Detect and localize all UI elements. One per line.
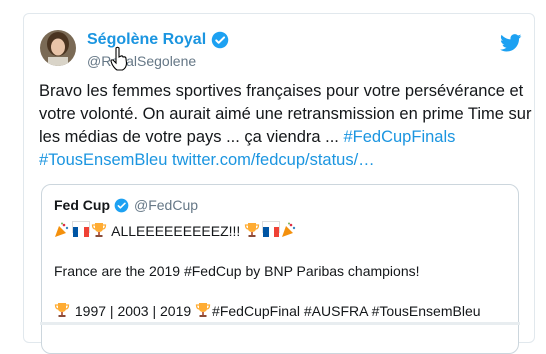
quoted-tweet[interactable]: Fed Cup @FedCup ALLEEEEEEEEEZ!!! France …	[41, 184, 519, 354]
quoted-line-3: 1997 | 2003 | 2019 #FedCupFinal #AUSFRA …	[54, 301, 510, 321]
trophy-icon	[91, 223, 107, 237]
trophy-icon	[195, 303, 211, 317]
quoted-line-3-text: 1997 | 2003 | 2019	[74, 303, 196, 319]
trophy-icon	[54, 303, 70, 317]
quoted-blank-line	[54, 241, 510, 261]
author-name-text[interactable]: Ségolène Royal	[87, 31, 206, 49]
french-flag-icon	[262, 221, 281, 237]
hashtag-fedcupfinals[interactable]: #FedCupFinals	[343, 128, 455, 146]
quoted-tweet-text: ALLEEEEEEEEEZ!!! France are the 2019 #Fe…	[54, 221, 510, 321]
tweet-text-line: Bravo les femmes sportives françaises po…	[39, 82, 524, 100]
tweet-card[interactable]: Ségolène Royal @RoyalSegolene Bravo les …	[23, 13, 535, 354]
tweet-text: Bravo les femmes sportives françaises po…	[39, 80, 532, 172]
quoted-author-name[interactable]: Fed Cup	[54, 197, 110, 213]
party-popper-icon	[282, 222, 296, 237]
author-name[interactable]: Ségolène Royal	[87, 31, 229, 49]
french-flag-icon	[72, 221, 90, 237]
quoted-blank-line	[54, 281, 510, 301]
hand-cursor-icon	[110, 46, 128, 71]
author-handle[interactable]: @RoyalSegolene	[87, 53, 196, 69]
quoted-line-2: France are the 2019 #FedCup by BNP Parib…	[54, 263, 420, 279]
tweet-text-line: les médias de votre pays ... ça viendra …	[39, 126, 525, 149]
quoted-line-1: ALLEEEEEEEEEZ!!!	[54, 221, 510, 241]
quoted-line-1-text: ALLEEEEEEEEEZ!!!	[111, 223, 241, 239]
trophy-icon	[245, 223, 260, 237]
tweet-link[interactable]: twitter.com/fedcup/status/…	[172, 151, 375, 169]
quoted-tweet-header: Fed Cup @FedCup	[54, 197, 198, 213]
tweet-text-fragment: les médias de votre pays ... ça viendra …	[39, 128, 344, 146]
party-popper-icon	[55, 222, 69, 237]
tweet-text-line: votre volonté. On aurait aimé une retran…	[39, 105, 532, 123]
verified-badge-icon	[114, 198, 129, 212]
twitter-bird-icon[interactable]	[500, 34, 522, 52]
quoted-author-handle[interactable]: @FedCup	[134, 197, 198, 213]
verified-badge-icon	[211, 31, 229, 49]
quoted-hashtags[interactable]: #FedCupFinal #AUSFRA #TousEnsemBleu	[212, 303, 480, 319]
tweet-text-line: #TousEnsemBleu twitter.com/fedcup/status…	[39, 149, 525, 172]
hashtag-tousensembleu[interactable]: #TousEnsemBleu	[39, 151, 167, 169]
avatar[interactable]	[40, 30, 76, 66]
